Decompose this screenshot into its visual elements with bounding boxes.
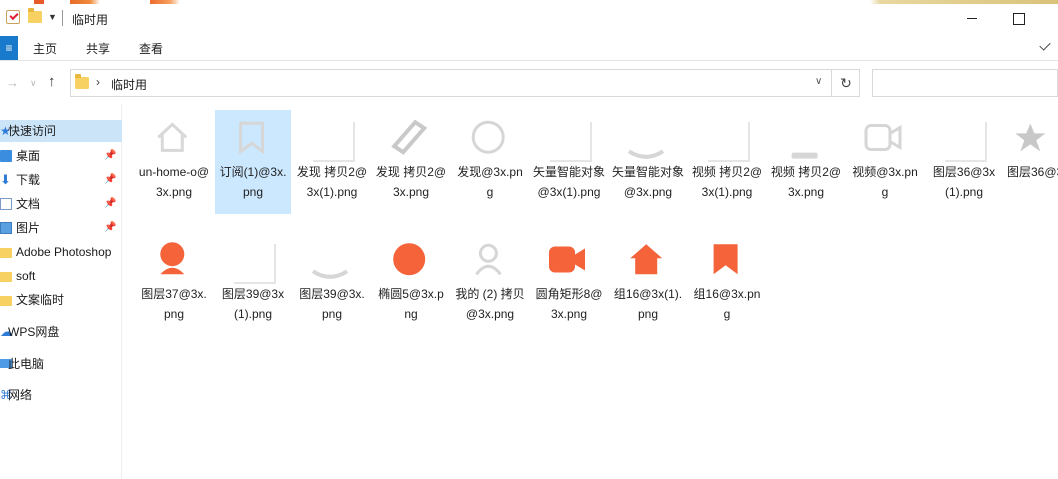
pin-icon[interactable]: 📌 — [104, 169, 116, 191]
wallpaper-strip — [0, 0, 1058, 4]
pin-icon[interactable]: 📌 — [104, 217, 116, 239]
tab-share[interactable]: 共享 — [86, 40, 110, 57]
sidebar-item-photoshop[interactable]: Adobe Photoshop — [0, 241, 122, 263]
file-item[interactable]: 矢量智能对象@3x.png — [610, 110, 686, 202]
sidebar-item-quick-access[interactable]: ★ 快速访问 — [0, 120, 122, 142]
folder-icon — [0, 272, 12, 282]
bookmark-orange-icon — [704, 238, 750, 284]
address-row: → ∨ ↑ › 临时用 ∨ ↻ — [0, 60, 1058, 104]
ribbon-tabs: ≡ 主页 共享 查看 — [0, 36, 1058, 60]
sidebar-item-network[interactable]: ⌘ 网络 — [0, 384, 122, 406]
file-item[interactable]: 视频@3x.png — [847, 110, 923, 202]
sidebar-item-copywriting[interactable]: 文案临时 — [0, 289, 122, 311]
tab-view[interactable]: 查看 — [139, 40, 163, 57]
address-path[interactable]: 临时用 — [111, 76, 147, 93]
file-item[interactable]: un-home-o@3x.png — [136, 110, 212, 202]
file-item[interactable]: 我的 (2) 拷贝@3x.png — [452, 232, 528, 324]
home-orange-icon — [625, 238, 671, 284]
file-item[interactable]: 发现 拷贝2@3x(1).png — [294, 110, 370, 202]
file-item[interactable]: 组16@3x.png — [689, 232, 765, 324]
smile-arc-icon — [625, 116, 671, 162]
blank-icon — [704, 116, 750, 162]
file-item[interactable]: 发现 拷贝2@3x.png — [373, 110, 449, 202]
file-item[interactable]: 视频 拷贝2@3x.png — [768, 110, 844, 202]
window-title: 临时用 — [72, 13, 109, 27]
pin-icon[interactable]: 📌 — [104, 193, 116, 215]
file-item[interactable]: 图层39@3x(1).png — [215, 232, 291, 324]
video-outline-icon — [862, 116, 908, 162]
file-tab[interactable]: ≡ — [0, 36, 18, 60]
sidebar-item-this-pc[interactable]: 此电脑 — [0, 353, 122, 375]
file-item[interactable]: 椭圆5@3x.png — [373, 232, 449, 324]
chevron-right-icon[interactable]: › — [96, 75, 100, 89]
properties-icon[interactable] — [6, 10, 20, 24]
bookmark-outline-icon — [230, 116, 276, 162]
maximize-button[interactable] — [1008, 8, 1028, 28]
blank-icon — [546, 116, 592, 162]
file-item[interactable]: 发现@3x.png — [452, 110, 528, 202]
download-icon: ⬇ — [0, 172, 11, 187]
file-item[interactable]: 订阅(1)@3x.png — [215, 110, 291, 214]
sidebar-item-pictures[interactable]: 图片 📌 — [0, 217, 122, 239]
file-item[interactable]: 矢量智能对象@3x(1).png — [531, 110, 607, 202]
file-item[interactable]: 视频 拷贝2@3x(1).png — [689, 110, 765, 202]
sidebar-item-documents[interactable]: 文档 📌 — [0, 193, 122, 215]
diamond-icon — [388, 116, 434, 162]
document-icon — [0, 198, 12, 210]
user-orange-icon — [151, 238, 197, 284]
home-outline-icon — [151, 116, 197, 162]
picture-icon — [0, 222, 12, 234]
new-folder-icon[interactable] — [28, 8, 42, 23]
quick-access-dropdown-icon[interactable]: ▼ — [48, 12, 57, 22]
star-icon — [1009, 116, 1055, 162]
navigation-pane: ★ 快速访问 桌面 📌 ⬇ 下载 📌 文档 📌 图片 📌 Adobe Photo… — [0, 104, 122, 479]
search-input[interactable] — [872, 69, 1058, 97]
up-arrow-icon[interactable]: ↑ — [48, 73, 56, 90]
file-list: un-home-o@3x.png 订阅(1)@3x.png 发现 拷贝2@3x(… — [122, 104, 1058, 479]
forward-arrow-icon[interactable]: → — [6, 75, 19, 90]
file-item[interactable]: 组16@3x(1).png — [610, 232, 686, 324]
user-outline-icon — [467, 238, 513, 284]
refresh-icon[interactable]: ↻ — [831, 70, 860, 96]
blank-icon — [230, 238, 276, 284]
desktop-icon — [0, 150, 12, 162]
bar-icon — [783, 116, 829, 162]
blank-icon — [941, 116, 987, 162]
sidebar-item-desktop[interactable]: 桌面 📌 — [0, 145, 122, 167]
file-item[interactable]: 图层36@3x(1).png — [926, 110, 1002, 202]
file-item[interactable]: 图层39@3x.png — [294, 232, 370, 324]
file-item[interactable]: 图层37@3x.png — [136, 232, 212, 324]
circle-outline-icon — [467, 116, 513, 162]
sidebar-item-downloads[interactable]: ⬇ 下载 📌 — [0, 169, 122, 191]
tab-home[interactable]: 主页 — [33, 40, 57, 57]
title-separator — [62, 10, 63, 26]
ribbon-expand-icon[interactable] — [1039, 39, 1051, 51]
video-orange-icon — [546, 238, 592, 284]
minimize-button[interactable] — [962, 8, 982, 28]
circle-orange-icon — [388, 238, 434, 284]
address-dropdown-icon[interactable]: ∨ — [815, 76, 822, 87]
smile-arc-icon — [309, 238, 355, 284]
recent-dropdown-icon[interactable]: ∨ — [30, 78, 37, 89]
folder-icon — [0, 248, 12, 258]
blank-icon — [309, 116, 355, 162]
pin-icon[interactable]: 📌 — [104, 145, 116, 167]
sidebar-item-soft[interactable]: soft — [0, 265, 122, 287]
sidebar-item-wps-cloud[interactable]: ☁ WPS网盘 — [0, 321, 122, 343]
folder-icon — [0, 296, 12, 306]
title-bar: ▼ 临时用 — [0, 0, 1058, 36]
file-item[interactable]: 圆角矩形8@3x.png — [531, 232, 607, 324]
address-bar[interactable]: › 临时用 ∨ ↻ — [70, 69, 860, 97]
folder-icon — [75, 74, 89, 89]
file-item[interactable]: 图层36@3x.png — [1005, 110, 1058, 182]
